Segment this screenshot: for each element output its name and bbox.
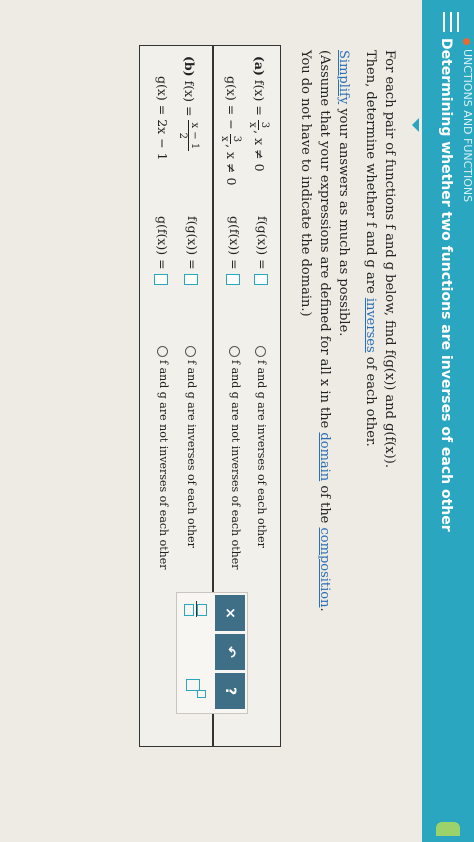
fraction-icon [197, 604, 207, 616]
chevron-down-icon[interactable] [412, 118, 419, 132]
part-b-fg-input[interactable] [184, 273, 199, 285]
instruction-line-4: (Assume that your expressions are define… [317, 50, 332, 612]
help-button[interactable]: ? [215, 673, 245, 709]
composition-link[interactable]: composition [317, 528, 332, 608]
part-a-fg: f(g(x)) = [254, 216, 270, 285]
part-b-option-inverse[interactable]: f and g are inverses of each other [185, 346, 198, 548]
rotated-page: UNCTIONS AND FUNCTIONS Determining wheth… [0, 0, 474, 842]
instruction-line-5: You do not have to indicate the domain.) [298, 50, 313, 317]
radio-icon[interactable] [157, 346, 169, 357]
part-a-gf: g(f(x)) = [226, 216, 242, 285]
part-a-f: (a) f(x) = 3x, x ≠ 0 [247, 56, 270, 172]
part-b-g: g(x) = 2x − 1 [155, 76, 170, 161]
instruction-line-2: Then, determine whether f and g are inve… [363, 50, 378, 447]
radio-icon[interactable] [255, 346, 267, 357]
status-dot-icon [463, 38, 471, 45]
radio-icon[interactable] [229, 346, 241, 357]
part-a-option-inverse[interactable]: f and g are inverses of each other [255, 346, 268, 548]
part-a-fg-input[interactable] [254, 273, 269, 285]
part-b-gf-input[interactable] [154, 273, 169, 285]
part-a-gf-input[interactable] [226, 273, 241, 285]
exponent-button[interactable] [181, 673, 209, 701]
clear-button[interactable]: × [215, 595, 245, 631]
screen: UNCTIONS AND FUNCTIONS Determining wheth… [0, 0, 474, 842]
undo-button[interactable]: ↶ [215, 634, 245, 670]
part-b-gf: g(f(x)) = [154, 216, 170, 285]
part-a-g: g(x) = − 3x, x ≠ 0 [219, 76, 242, 186]
part-b-fg: f(g(x)) = [184, 216, 200, 285]
page-title: Determining whether two functions are in… [438, 38, 454, 532]
inverses-link[interactable]: inverses [363, 298, 378, 353]
breadcrumb: UNCTIONS AND FUNCTIONS [461, 38, 474, 202]
fraction-button[interactable] [181, 595, 211, 623]
part-a-option-not-inverse[interactable]: f and g are not inverses of each other [229, 346, 242, 570]
domain-link[interactable]: domain [317, 432, 332, 481]
part-b-option-not-inverse[interactable]: f and g are not inverses of each other [157, 346, 170, 570]
part-b-f: (b) f(x) = x − 12 [177, 56, 200, 152]
simplify-link[interactable]: Simplify [336, 50, 351, 104]
math-toolbox: × ↶ ? [176, 592, 248, 714]
radio-icon[interactable] [185, 346, 197, 357]
header-bar: UNCTIONS AND FUNCTIONS Determining wheth… [422, 0, 474, 842]
instruction-line-1: For each pair of functions f and g below… [382, 50, 397, 468]
instruction-line-3: Simplify your answers as much as possibl… [336, 50, 351, 337]
progress-tab-icon[interactable] [436, 822, 460, 836]
menu-icon[interactable] [434, 12, 464, 32]
